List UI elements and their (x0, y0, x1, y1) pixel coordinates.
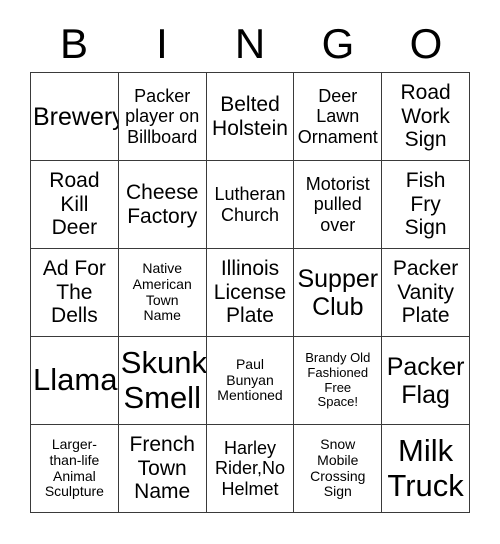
bingo-cell-r1c5[interactable]: Road Work Sign (382, 73, 470, 161)
header-letter-o: O (409, 20, 443, 67)
bingo-cell-r5c1[interactable]: Larger- than-life Animal Sculpture (31, 425, 119, 513)
bingo-cell-r1c1[interactable]: Brewery (31, 73, 119, 161)
bingo-cell-r3c2[interactable]: Native American Town Name (118, 249, 207, 337)
bingo-cell-label: Ad For The Dells (42, 257, 106, 328)
bingo-cell-label: Supper Club (297, 264, 379, 321)
bingo-header: B I N G O (30, 18, 470, 70)
bingo-cell-label: Road Work Sign (400, 81, 451, 152)
bingo-cell-label: Harley Rider,No Helmet (214, 438, 285, 499)
bingo-cell-r2c2[interactable]: Cheese Factory (118, 161, 207, 249)
bingo-cell-r4c5[interactable]: Packer Flag (382, 337, 470, 425)
bingo-cell-r2c3[interactable]: Lutheran Church (206, 161, 295, 249)
bingo-cell-r4c1[interactable]: Llama (31, 337, 119, 425)
bingo-cell-r5c2[interactable]: French Town Name (118, 425, 207, 513)
header-letter-g: G (321, 20, 355, 67)
bingo-cell-r4c3[interactable]: Paul Bunyan Mentioned (206, 337, 295, 425)
bingo-cell-label: Native American Town Name (132, 260, 192, 324)
bingo-cell-r1c3[interactable]: Belted Holstein (206, 73, 295, 161)
bingo-cell-label: Motorist pulled over (305, 174, 370, 235)
bingo-cell-label: Paul Bunyan Mentioned (217, 355, 283, 404)
bingo-cell-r3c3[interactable]: Illinois License Plate (206, 249, 295, 337)
bingo-cell-r5c5[interactable]: Milk Truck (382, 425, 470, 513)
bingo-cell-label: Snow Mobile Crossing Sign (310, 436, 366, 500)
bingo-cell-r1c2[interactable]: Packer player on Billboard (118, 73, 207, 161)
bingo-cell-label: Cheese Factory (126, 180, 199, 228)
bingo-cell-label: Brandy Old Fashioned Free Space! (305, 350, 371, 410)
bingo-cell-label: Belted Holstein (212, 92, 288, 140)
bingo-cell-r3c5[interactable]: Packer Vanity Plate (382, 249, 470, 337)
bingo-cell-label: Packer Flag (386, 352, 465, 409)
bingo-cell-label: Road Kill Deer (49, 169, 100, 240)
bingo-cell-label: Illinois License Plate (213, 257, 287, 328)
bingo-cell-r2c1[interactable]: Road Kill Deer (31, 161, 119, 249)
bingo-cell-r3c4[interactable]: Supper Club (294, 249, 383, 337)
bingo-cell-label: Fish Fry Sign (404, 169, 447, 240)
bingo-cell-label: Skunk Smell (120, 344, 207, 415)
bingo-cell-label: Milk Truck (387, 432, 464, 503)
header-letter-n: N (234, 20, 266, 67)
bingo-cell-r4c4[interactable]: Brandy Old Fashioned Free Space! (294, 337, 383, 425)
bingo-cell-r1c4[interactable]: Deer Lawn Ornament (294, 73, 383, 161)
bingo-grid: Brewery Packer player on Billboard Belted … (30, 72, 470, 513)
bingo-cell-label: Deer Lawn Ornament (297, 86, 378, 147)
bingo-cell-label: Llama (33, 362, 118, 398)
bingo-cell-r5c4[interactable]: Snow Mobile Crossing Sign (294, 425, 383, 513)
bingo-cell-label: Packer Vanity Plate (392, 257, 459, 328)
bingo-cell-r5c3[interactable]: Harley Rider,No Helmet (206, 425, 295, 513)
bingo-cell-r2c4[interactable]: Motorist pulled over (294, 161, 383, 249)
bingo-cell-label: Brewery (33, 102, 119, 131)
bingo-cell-label: Larger- than-life Animal Sculpture (44, 436, 104, 500)
header-letter-i: I (156, 20, 168, 67)
bingo-cell-r2c5[interactable]: Fish Fry Sign (382, 161, 470, 249)
header-letter-b: B (59, 20, 88, 67)
bingo-cell-label: French Town Name (129, 433, 195, 504)
bingo-cell-r3c1[interactable]: Ad For The Dells (31, 249, 119, 337)
bingo-card: B I N G O Brewery Packer player on Billbo… (0, 0, 500, 544)
bingo-cell-label: Packer player on Billboard (125, 86, 200, 147)
bingo-cell-r4c2[interactable]: Skunk Smell (118, 337, 207, 425)
bingo-cell-label: Lutheran Church (214, 184, 286, 225)
